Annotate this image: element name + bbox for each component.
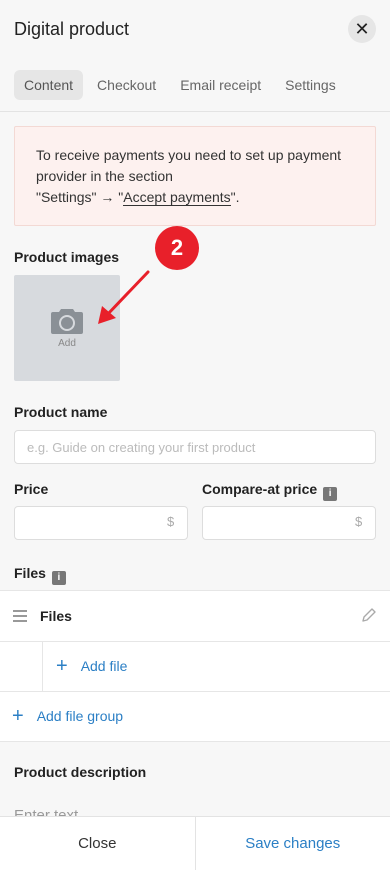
files-label-text: Files bbox=[14, 565, 46, 581]
add-file-group-label: Add file group bbox=[36, 708, 124, 724]
add-file-button[interactable]: + Add file bbox=[56, 656, 127, 676]
close-button[interactable]: Close bbox=[0, 817, 196, 870]
accept-payments-link[interactable]: Accept payments bbox=[123, 189, 231, 206]
plus-icon: + bbox=[12, 705, 24, 727]
page-title: Digital product bbox=[14, 18, 130, 39]
add-file-row: + Add file bbox=[0, 641, 390, 692]
product-name-input[interactable] bbox=[14, 430, 376, 464]
price-currency: $ bbox=[167, 514, 175, 529]
header: Digital product ✕ bbox=[0, 0, 390, 58]
tab-bar: Content Checkout Email receipt Settings bbox=[0, 58, 390, 112]
close-icon[interactable]: ✕ bbox=[348, 15, 376, 43]
alert-settings-ref: "Settings" → " bbox=[36, 189, 124, 205]
payment-alert: To receive payments you need to set up p… bbox=[14, 126, 376, 226]
product-description-label: Product description bbox=[14, 764, 147, 780]
info-icon[interactable]: i bbox=[51, 570, 66, 585]
product-name-label: Product name bbox=[14, 404, 108, 420]
tab-checkout[interactable]: Checkout bbox=[87, 70, 166, 100]
price-label: Price bbox=[14, 481, 49, 497]
add-image-label: Add bbox=[58, 338, 76, 349]
file-group-row: Files bbox=[0, 590, 390, 641]
pencil-icon[interactable] bbox=[361, 607, 377, 623]
price-input[interactable] bbox=[14, 506, 188, 540]
compare-price-currency: $ bbox=[355, 514, 363, 529]
add-file-label: Add file bbox=[80, 658, 128, 674]
product-images-label: Product images bbox=[14, 249, 120, 265]
alert-tail: ". bbox=[230, 189, 240, 205]
alert-text: To receive payments you need to set up p… bbox=[36, 147, 342, 184]
tab-content[interactable]: Content bbox=[14, 69, 84, 100]
add-file-group-row: + Add file group bbox=[0, 691, 390, 741]
camera-icon bbox=[51, 309, 83, 334]
add-file-group-button[interactable]: + Add file group bbox=[12, 706, 123, 726]
plus-icon: + bbox=[56, 655, 68, 677]
info-icon[interactable]: i bbox=[323, 486, 338, 501]
tab-settings[interactable]: Settings bbox=[275, 70, 346, 100]
divider bbox=[0, 741, 390, 742]
files-label: Files i bbox=[14, 565, 66, 585]
file-group-name: Files bbox=[40, 608, 72, 624]
compare-price-label: Compare-at price i bbox=[202, 481, 338, 501]
compare-price-input[interactable] bbox=[202, 506, 376, 540]
compare-price-label-text: Compare-at price bbox=[202, 481, 318, 497]
drag-handle-icon[interactable] bbox=[13, 610, 27, 622]
indent-divider bbox=[42, 642, 43, 692]
annotation-arrow-icon bbox=[98, 270, 150, 324]
save-changes-button[interactable]: Save changes bbox=[196, 817, 390, 870]
step-badge: 2 bbox=[155, 226, 199, 270]
footer-actions: Close Save changes bbox=[0, 816, 390, 870]
tab-email-receipt[interactable]: Email receipt bbox=[170, 70, 271, 100]
